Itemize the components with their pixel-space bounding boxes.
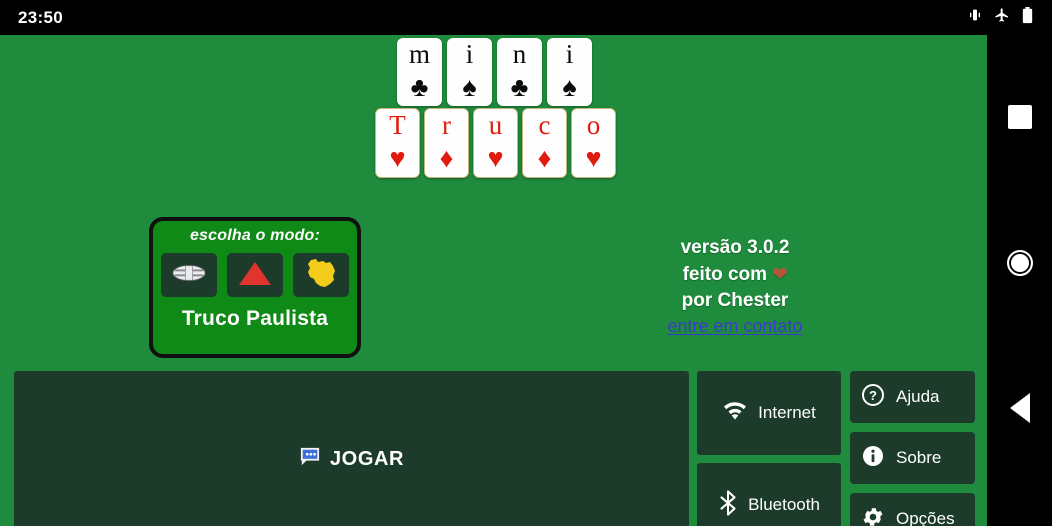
author-line: por Chester [681,290,789,311]
info-circle-icon [861,444,885,473]
chat-message-icon [299,447,321,472]
device-screen: 23:50 m ♣ i ♠ n ♣ i ♠ T ♥ r ♦ u ♥ c ♦ o … [0,0,1052,526]
connection-button-group: Internet Bluetooth [697,371,841,526]
bluetooth-button-label: Bluetooth [748,495,820,514]
logo-card: i ♠ [547,38,592,106]
logo-card: u ♥ [473,108,518,178]
version-number: versão 3.0.2 [680,237,790,258]
android-navigation-bar [987,35,1052,526]
mode-option-brasil[interactable] [293,253,349,297]
airplane-mode-icon [994,7,1010,28]
mode-selector-label: escolha o modo: [189,227,321,244]
hearts-icon: ♥ [389,143,406,173]
options-button[interactable]: Opções [850,493,975,526]
bluetooth-button[interactable]: Bluetooth [697,463,841,526]
contact-link[interactable]: entre em contato [667,316,802,337]
app-content-area: m ♣ i ♠ n ♣ i ♠ T ♥ r ♦ u ♥ c ♦ o ♥ esco… [0,35,987,526]
version-info: versão 3.0.2 feito com ❤ por Chester ent… [620,235,850,337]
logo-card-letter: i [565,39,574,69]
internet-button-label: Internet [758,403,816,422]
internet-button[interactable]: Internet [697,371,841,455]
logo-card: i ♠ [447,38,492,106]
mode-option-group [161,253,349,297]
play-button-label: JOGAR [329,447,405,470]
logo-card: c ♦ [522,108,567,178]
sao-paulo-flag-icon [171,260,207,291]
logo-card: r ♦ [424,108,469,178]
status-icon-group [967,6,1034,29]
status-clock: 23:50 [18,7,63,27]
logo-card-letter: r [442,110,451,140]
hearts-icon: ♥ [585,143,602,173]
help-button-label: Ajuda [896,387,940,406]
made-with-line: feito com ❤ [620,261,850,288]
home-circle-icon[interactable] [987,238,1052,288]
about-button-label: Sobre [896,448,942,467]
options-button-label: Opções [896,509,955,526]
logo-card: m ♣ [397,38,442,106]
diamonds-icon: ♦ [439,143,454,173]
logo-card-letter: T [389,110,406,140]
menu-button-group: ? Ajuda Sobre Opções [850,371,975,526]
logo-card-row-mini: m ♣ i ♠ n ♣ i ♠ [397,38,592,106]
mode-selected-name: Truco Paulista [181,307,329,330]
logo-card-letter: n [512,39,527,69]
logo-card-row-truco: T ♥ r ♦ u ♥ c ♦ o ♥ [375,108,616,178]
wifi-icon [722,401,748,426]
game-logo: m ♣ i ♠ n ♣ i ♠ T ♥ r ♦ u ♥ c ♦ o ♥ [0,35,987,185]
clubs-icon: ♣ [410,72,429,102]
mode-option-paulista[interactable] [161,253,217,297]
brazil-map-icon [304,258,338,293]
logo-card-letter: i [465,39,474,69]
svg-text:?: ? [869,388,877,403]
logo-card: o ♥ [571,108,616,178]
spades-icon: ♠ [462,72,477,102]
diamonds-icon: ♦ [537,143,552,173]
play-button[interactable]: JOGAR [14,371,689,526]
back-triangle-icon[interactable] [987,383,1052,433]
logo-card-letter: o [586,110,601,140]
hearts-icon: ♥ [487,143,504,173]
battery-icon [1021,6,1034,29]
bluetooth-icon [718,489,738,521]
clubs-icon: ♣ [510,72,529,102]
vibrate-icon [967,7,983,28]
about-button[interactable]: Sobre [850,432,975,484]
mode-option-mineiro[interactable] [227,253,283,297]
red-triangle-icon [238,259,272,292]
made-with-text: feito com [682,264,773,285]
help-button[interactable]: ? Ajuda [850,371,975,423]
status-bar: 23:50 [0,0,1052,35]
recents-square-icon[interactable] [987,92,1052,142]
gear-icon [861,505,885,526]
logo-card-letter: c [538,110,551,140]
logo-card: n ♣ [497,38,542,106]
logo-card-letter: u [488,110,503,140]
mode-selector[interactable]: escolha o modo: Truco Paulista [149,217,361,358]
logo-card-letter: m [408,39,430,69]
logo-card: T ♥ [375,108,420,178]
question-circle-icon: ? [861,383,885,412]
heart-icon: ❤ [772,264,788,284]
spades-icon: ♠ [562,72,577,102]
